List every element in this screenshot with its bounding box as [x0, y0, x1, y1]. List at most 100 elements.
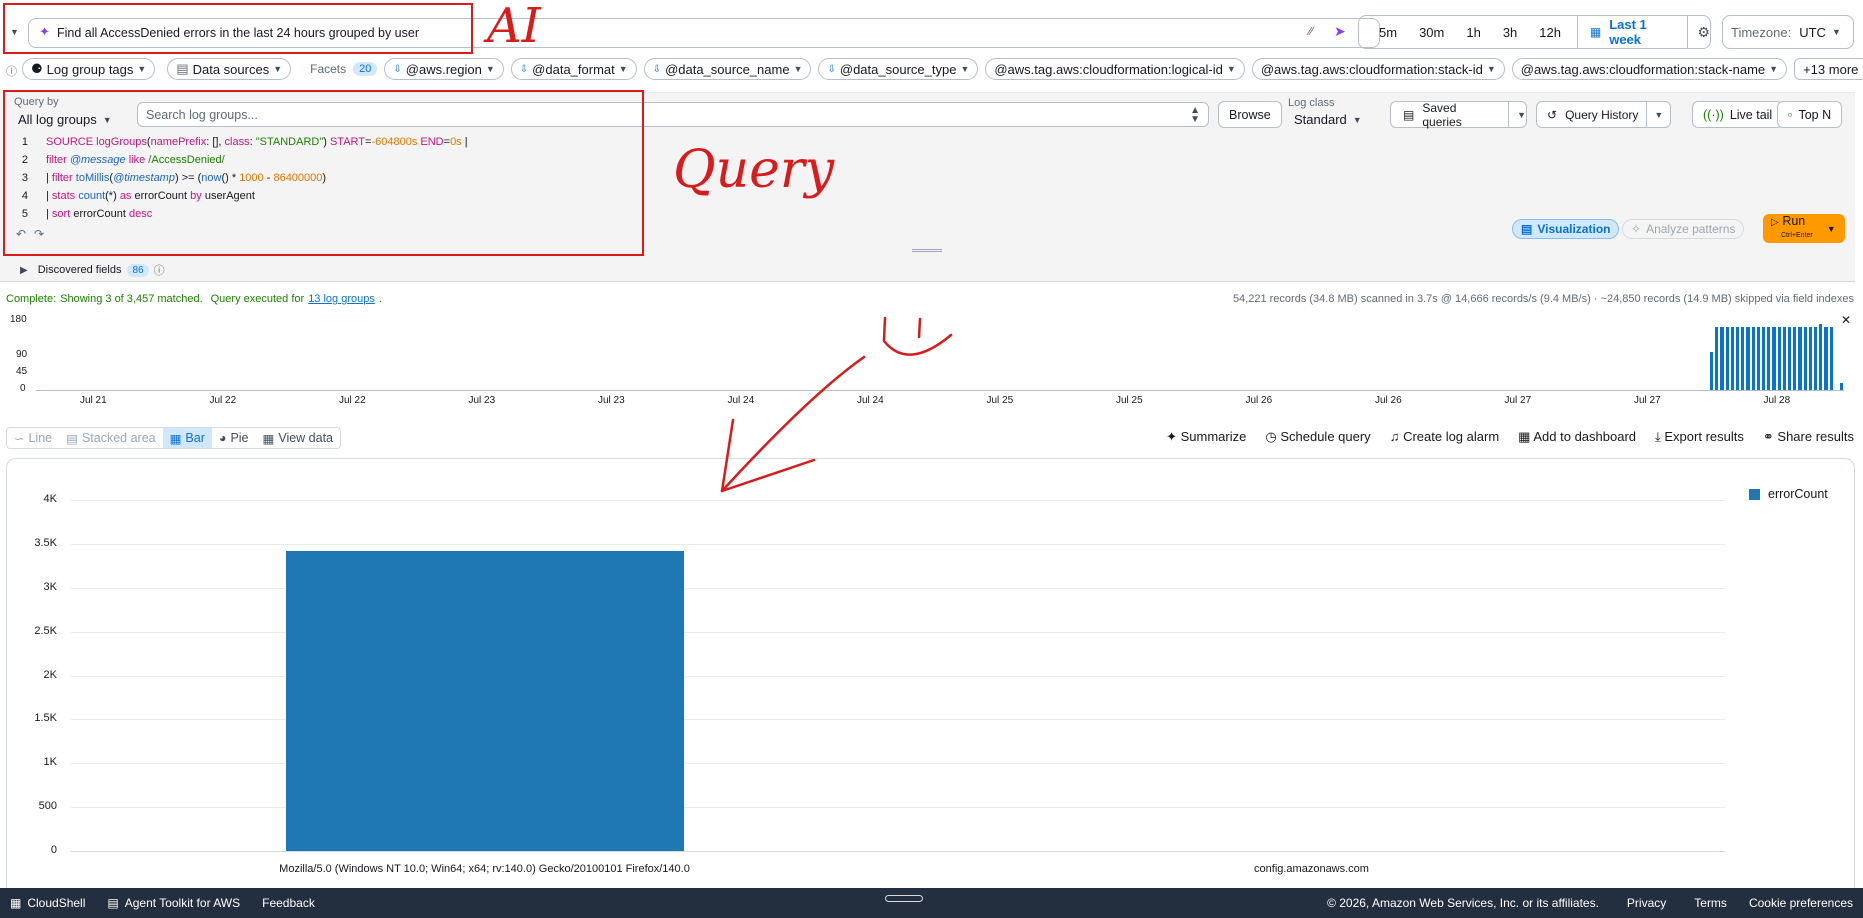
time-last-1-week[interactable]: Last 1 week: [1609, 17, 1672, 47]
hist-bar[interactable]: [1798, 327, 1802, 390]
hist-bar[interactable]: [1710, 351, 1714, 390]
visualization-button[interactable]: ▤ Visualization: [1512, 219, 1620, 239]
hist-bar[interactable]: [1829, 327, 1833, 390]
hist-bar[interactable]: [1746, 327, 1750, 390]
summarize-button[interactable]: ✦ Summarize: [1166, 429, 1246, 445]
close-icon[interactable]: ✕: [1841, 313, 1851, 327]
tab-stacked-area[interactable]: ▤ Stacked area: [59, 431, 162, 446]
saved-queries-button[interactable]: Saved queries: [1422, 101, 1498, 129]
run-button[interactable]: ▷ Run Ctrl+Enter: [1763, 214, 1813, 241]
hist-bar[interactable]: [1788, 327, 1792, 390]
tab-view-data[interactable]: ▦ View data: [256, 431, 340, 446]
info-icon[interactable]: ⓘ: [154, 262, 165, 278]
create-log-alarm-label: Create log alarm: [1403, 429, 1500, 444]
top-n-icon: ▫: [1788, 107, 1793, 122]
facet-stack-id[interactable]: @aws.tag.aws:cloudformation:stack-id ▼: [1251, 58, 1505, 80]
privacy-link[interactable]: Privacy: [1627, 896, 1666, 910]
run-dropdown-icon[interactable]: ▼: [1827, 224, 1836, 234]
editor-resize-handle[interactable]: [912, 249, 942, 252]
hist-bar[interactable]: [1840, 383, 1844, 390]
facet-data-source-type[interactable]: ⇩ @data_source_type ▼: [818, 58, 979, 80]
feedback-link[interactable]: Feedback: [262, 896, 315, 910]
sort-arrows-icon[interactable]: ▲ ▼: [1190, 106, 1200, 125]
chevron-down-icon: ▼: [485, 64, 495, 74]
save-icon: ▤: [1403, 107, 1415, 122]
browse-button[interactable]: Browse: [1218, 101, 1282, 128]
bar-chart-panel: 4K 3.5K 3K 2.5K 2K 1.5K 1K 500 0 Mozilla/5.0 (Win…: [6, 458, 1855, 898]
hist-bar[interactable]: [1762, 327, 1766, 390]
copyright: © 2026, Amazon Web Services, Inc. or its…: [1327, 896, 1599, 910]
time-30m[interactable]: 30m: [1419, 25, 1444, 40]
time-3h[interactable]: 3h: [1503, 25, 1517, 40]
schedule-query-button[interactable]: ◷ Schedule query: [1265, 429, 1370, 445]
divider: [1646, 101, 1648, 128]
query-history-dropdown-icon[interactable]: ▼: [1654, 110, 1663, 120]
settings-gear-icon[interactable]: ⚙: [1697, 24, 1710, 41]
info-icon[interactable]: ⓘ: [6, 63, 17, 79]
hist-bar[interactable]: [1751, 327, 1755, 390]
more-facets-button[interactable]: +13 more: [1794, 58, 1863, 80]
log-class-select[interactable]: Standard ▼: [1294, 112, 1362, 127]
facet-data-source-name[interactable]: ⇩ @data_source_name ▼: [643, 58, 812, 80]
hist-bar[interactable]: [1736, 327, 1740, 390]
log-group-tags-filter[interactable]: ⚈ Log group tags ▼: [22, 58, 156, 80]
hist-bar[interactable]: [1824, 327, 1828, 390]
cloudshell-link[interactable]: ▦ CloudShell: [10, 896, 85, 910]
discovered-fields-bar[interactable]: ▶ Discovered fields 86 ⓘ: [0, 258, 1855, 282]
hist-bar[interactable]: [1725, 327, 1729, 390]
time-12h[interactable]: 12h: [1539, 25, 1561, 40]
y-tick-label: 4K: [43, 493, 57, 505]
hist-bar[interactable]: [1814, 327, 1818, 390]
data-sources-label: Data sources: [192, 61, 270, 77]
facet-aws-region[interactable]: ⇩ @aws.region ▼: [384, 58, 504, 80]
hist-bar[interactable]: [1777, 327, 1781, 390]
hist-bar[interactable]: [1793, 327, 1797, 390]
hist-bar[interactable]: [1715, 327, 1719, 390]
tab-pie[interactable]: ◕ Pie: [212, 431, 256, 445]
time-5m[interactable]: 5m: [1379, 25, 1397, 40]
share-results-button[interactable]: ⚭ Share results: [1763, 429, 1854, 445]
chevron-down-icon: ▼: [1486, 64, 1496, 74]
hist-bar[interactable]: [1772, 327, 1776, 390]
share-results-label: Share results: [1777, 429, 1854, 444]
send-icon[interactable]: ➤: [1334, 23, 1346, 40]
chevron-down-icon: ▼: [618, 64, 628, 74]
cookie-preferences-link[interactable]: Cookie preferences: [1749, 896, 1853, 910]
live-tail-button[interactable]: ((·)) Live tail: [1692, 101, 1784, 128]
hist-bar[interactable]: [1741, 327, 1745, 390]
resize-handle-icon[interactable]: ∕∕: [1309, 24, 1313, 38]
play-icon: ▷: [1771, 217, 1779, 228]
analyze-patterns-button[interactable]: ✧ Analyze patterns: [1622, 219, 1745, 239]
saved-queries-dropdown-icon[interactable]: ▼: [1517, 110, 1526, 120]
facet-logical-id[interactable]: @aws.tag.aws:cloudformation:logical-id ▼: [985, 58, 1245, 80]
tab-line[interactable]: ∽ Line: [7, 431, 59, 446]
tab-bar[interactable]: ▦ Bar: [162, 428, 212, 448]
bar[interactable]: [285, 550, 684, 851]
facet-stack-name[interactable]: @aws.tag.aws:cloudformation:stack-name ▼: [1511, 58, 1788, 80]
pie-chart-icon: ◕: [218, 431, 227, 445]
footer-drag-handle[interactable]: [885, 895, 923, 902]
clock-icon: ◷: [1265, 429, 1277, 444]
hist-bar[interactable]: [1808, 327, 1812, 390]
hist-bar[interactable]: [1767, 327, 1771, 390]
data-sources-filter[interactable]: ▤ Data sources ▼: [167, 58, 292, 80]
log-groups-link[interactable]: 13 log groups: [308, 293, 375, 305]
hist-bar[interactable]: [1730, 327, 1734, 390]
run-label: Run: [1782, 214, 1806, 228]
hist-bar[interactable]: [1782, 327, 1786, 390]
terms-link[interactable]: Terms: [1694, 896, 1727, 910]
export-results-button[interactable]: ⤓ Export results: [1655, 429, 1744, 445]
query-history-button[interactable]: Query History: [1565, 108, 1638, 122]
tag-icon: ⚈: [31, 61, 43, 76]
facet-data-format[interactable]: ⇩ @data_format ▼: [510, 58, 637, 80]
top-n-button[interactable]: ▫ Top N: [1777, 101, 1843, 128]
time-1h[interactable]: 1h: [1466, 25, 1480, 40]
timezone-select[interactable]: Timezone: UTC ▼: [1722, 15, 1854, 49]
add-to-dashboard-button[interactable]: ▦ Add to dashboard: [1518, 429, 1636, 445]
hist-bar[interactable]: [1720, 327, 1724, 390]
create-log-alarm-button[interactable]: ♫ Create log alarm: [1390, 429, 1499, 445]
hist-bar[interactable]: [1756, 327, 1760, 390]
agent-toolkit-link[interactable]: ▤ Agent Toolkit for AWS: [107, 896, 240, 910]
hist-bar[interactable]: [1819, 323, 1823, 390]
hist-bar[interactable]: [1803, 327, 1807, 390]
